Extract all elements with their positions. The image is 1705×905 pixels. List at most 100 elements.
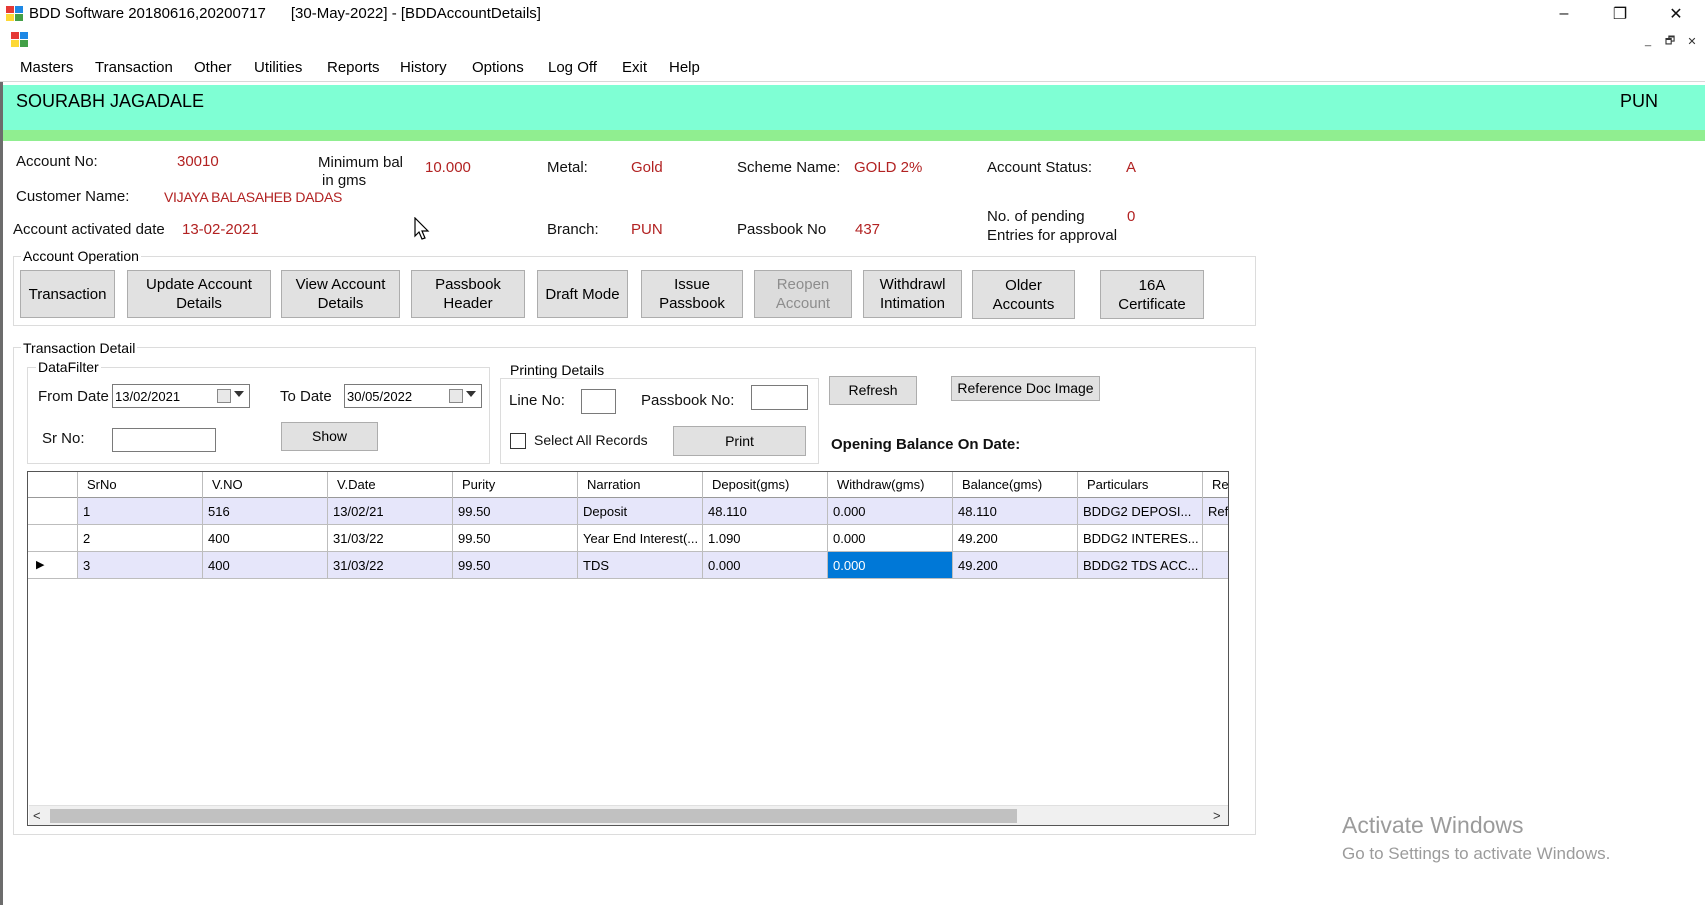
cell-re[interactable] <box>1203 552 1228 579</box>
cell-vno[interactable]: 400 <box>203 552 328 579</box>
mdi-child-icon[interactable] <box>11 32 29 48</box>
reference-doc-image-button[interactable]: Reference Doc Image <box>951 376 1100 401</box>
update-account-details-button[interactable]: Update Account Details <box>127 270 271 318</box>
print-button[interactable]: Print <box>673 426 806 456</box>
menu-transaction[interactable]: Transaction <box>95 59 173 76</box>
cell-deposit[interactable]: 0.000 <box>703 552 828 579</box>
mdi-minimize-button[interactable]: _ <box>1639 33 1657 49</box>
select-all-records-checkbox[interactable] <box>510 433 526 449</box>
menu-history[interactable]: History <box>400 59 447 76</box>
withdrawl-intimation-label-2: Intimation <box>879 295 946 312</box>
cell-re[interactable]: Ref <box>1203 498 1228 525</box>
cell-particulars[interactable]: BDDG2 TDS ACC... <box>1078 552 1203 579</box>
branch-value: PUN <box>631 221 663 238</box>
cell-vdate[interactable]: 31/03/22 <box>328 525 453 552</box>
passbook-no-input[interactable] <box>751 385 808 410</box>
16a-certificate-button[interactable]: 16A Certificate <box>1100 270 1204 319</box>
mdi-restore-button[interactable]: 🗗 <box>1661 33 1679 49</box>
cell-purity[interactable]: 99.50 <box>453 498 578 525</box>
to-date-picker[interactable]: 30/05/2022 <box>344 384 482 408</box>
from-date-picker[interactable]: 13/02/2021 <box>112 384 250 408</box>
row-header[interactable]: ▶ <box>28 552 78 579</box>
refresh-button[interactable]: Refresh <box>829 376 917 405</box>
cell-re[interactable] <box>1203 525 1228 552</box>
cell-deposit[interactable]: 48.110 <box>703 498 828 525</box>
menu-exit[interactable]: Exit <box>622 59 647 76</box>
menu-options[interactable]: Options <box>472 59 524 76</box>
passbook-header-button[interactable]: Passbook Header <box>411 270 525 318</box>
column-header-re[interactable]: Re <box>1203 472 1228 498</box>
banner-customer-name: SOURABH JAGADALE <box>16 91 205 111</box>
table-row[interactable]: ▶ 3 400 31/03/22 99.50 TDS 0.000 0.000 4… <box>28 552 1228 579</box>
line-no-input[interactable] <box>581 389 616 414</box>
cell-srno[interactable]: 1 <box>78 498 203 525</box>
menu-utilities[interactable]: Utilities <box>254 59 302 76</box>
cell-vdate[interactable]: 31/03/22 <box>328 552 453 579</box>
print-button-label: Print <box>725 432 754 449</box>
transaction-grid[interactable]: SrNo V.NO V.Date Purity Narration Deposi… <box>27 471 1229 826</box>
cell-srno[interactable]: 3 <box>78 552 203 579</box>
scroll-left-icon[interactable]: < <box>33 806 41 825</box>
mdi-close-button[interactable]: ✕ <box>1683 33 1701 49</box>
column-header-balance[interactable]: Balance(gms) <box>953 472 1078 498</box>
transaction-button[interactable]: Transaction <box>20 270 115 318</box>
menu-log-off[interactable]: Log Off <box>548 59 597 76</box>
cell-withdraw[interactable]: 0.000 <box>828 498 953 525</box>
cell-vdate[interactable]: 13/02/21 <box>328 498 453 525</box>
menu-other[interactable]: Other <box>194 59 232 76</box>
cell-vno[interactable]: 400 <box>203 525 328 552</box>
show-button-label: Show <box>311 428 348 444</box>
column-header-narration[interactable]: Narration <box>578 472 703 498</box>
passbook-no-label: Passbook No <box>737 221 827 238</box>
restore-button[interactable]: ❐ <box>1594 0 1646 28</box>
menu-masters[interactable]: Masters <box>20 59 73 76</box>
table-row[interactable]: 2 400 31/03/22 99.50 Year End Interest(.… <box>28 525 1228 552</box>
draft-mode-button[interactable]: Draft Mode <box>537 270 628 318</box>
window-frame-border <box>0 82 3 905</box>
issue-passbook-button[interactable]: Issue Passbook <box>641 270 743 318</box>
cell-srno[interactable]: 2 <box>78 525 203 552</box>
cell-narration[interactable]: Year End Interest(... <box>578 525 703 552</box>
menu-reports[interactable]: Reports <box>327 59 380 76</box>
view-account-label-2: Details <box>317 295 364 312</box>
column-header-srno[interactable]: SrNo <box>78 472 203 498</box>
menu-help[interactable]: Help <box>669 59 700 76</box>
column-header-vno[interactable]: V.NO <box>203 472 328 498</box>
cell-particulars[interactable]: BDDG2 INTERES... <box>1078 525 1203 552</box>
close-button[interactable]: ✕ <box>1650 0 1702 28</box>
cell-deposit[interactable]: 1.090 <box>703 525 828 552</box>
scroll-right-icon[interactable]: > <box>1213 806 1221 825</box>
column-header-particulars[interactable]: Particulars <box>1078 472 1203 498</box>
passbook-header-label-1: Passbook <box>435 276 501 293</box>
row-header[interactable] <box>28 498 78 525</box>
cell-withdraw[interactable]: 0.000 <box>828 525 953 552</box>
reopen-account-label-2: Account <box>775 295 831 312</box>
withdrawl-intimation-button[interactable]: Withdrawl Intimation <box>863 270 962 318</box>
cell-balance[interactable]: 49.200 <box>953 552 1078 579</box>
cell-purity[interactable]: 99.50 <box>453 525 578 552</box>
srno-input[interactable] <box>112 428 216 452</box>
horizontal-scrollbar[interactable]: < > <box>29 805 1228 825</box>
cell-vno[interactable]: 516 <box>203 498 328 525</box>
row-header[interactable] <box>28 525 78 552</box>
cell-narration[interactable]: Deposit <box>578 498 703 525</box>
cell-narration[interactable]: TDS <box>578 552 703 579</box>
column-header-vdate[interactable]: V.Date <box>328 472 453 498</box>
column-header-purity[interactable]: Purity <box>453 472 578 498</box>
cell-balance[interactable]: 48.110 <box>953 498 1078 525</box>
show-button[interactable]: Show <box>281 422 378 451</box>
column-header-deposit[interactable]: Deposit(gms) <box>703 472 828 498</box>
view-account-details-button[interactable]: View Account Details <box>281 270 400 318</box>
account-no-value: 30010 <box>177 153 219 170</box>
cell-withdraw-selected[interactable]: 0.000 <box>828 552 953 579</box>
table-row[interactable]: 1 516 13/02/21 99.50 Deposit 48.110 0.00… <box>28 498 1228 525</box>
reopen-account-button[interactable]: Reopen Account <box>754 270 852 318</box>
transaction-button-label: Transaction <box>28 285 107 303</box>
cell-balance[interactable]: 49.200 <box>953 525 1078 552</box>
cell-purity[interactable]: 99.50 <box>453 552 578 579</box>
older-accounts-button[interactable]: Older Accounts <box>972 270 1075 319</box>
cell-particulars[interactable]: BDDG2 DEPOSI... <box>1078 498 1203 525</box>
column-header-withdraw[interactable]: Withdraw(gms) <box>828 472 953 498</box>
minimize-button[interactable]: – <box>1538 0 1590 28</box>
scrollbar-thumb[interactable] <box>50 809 1017 823</box>
